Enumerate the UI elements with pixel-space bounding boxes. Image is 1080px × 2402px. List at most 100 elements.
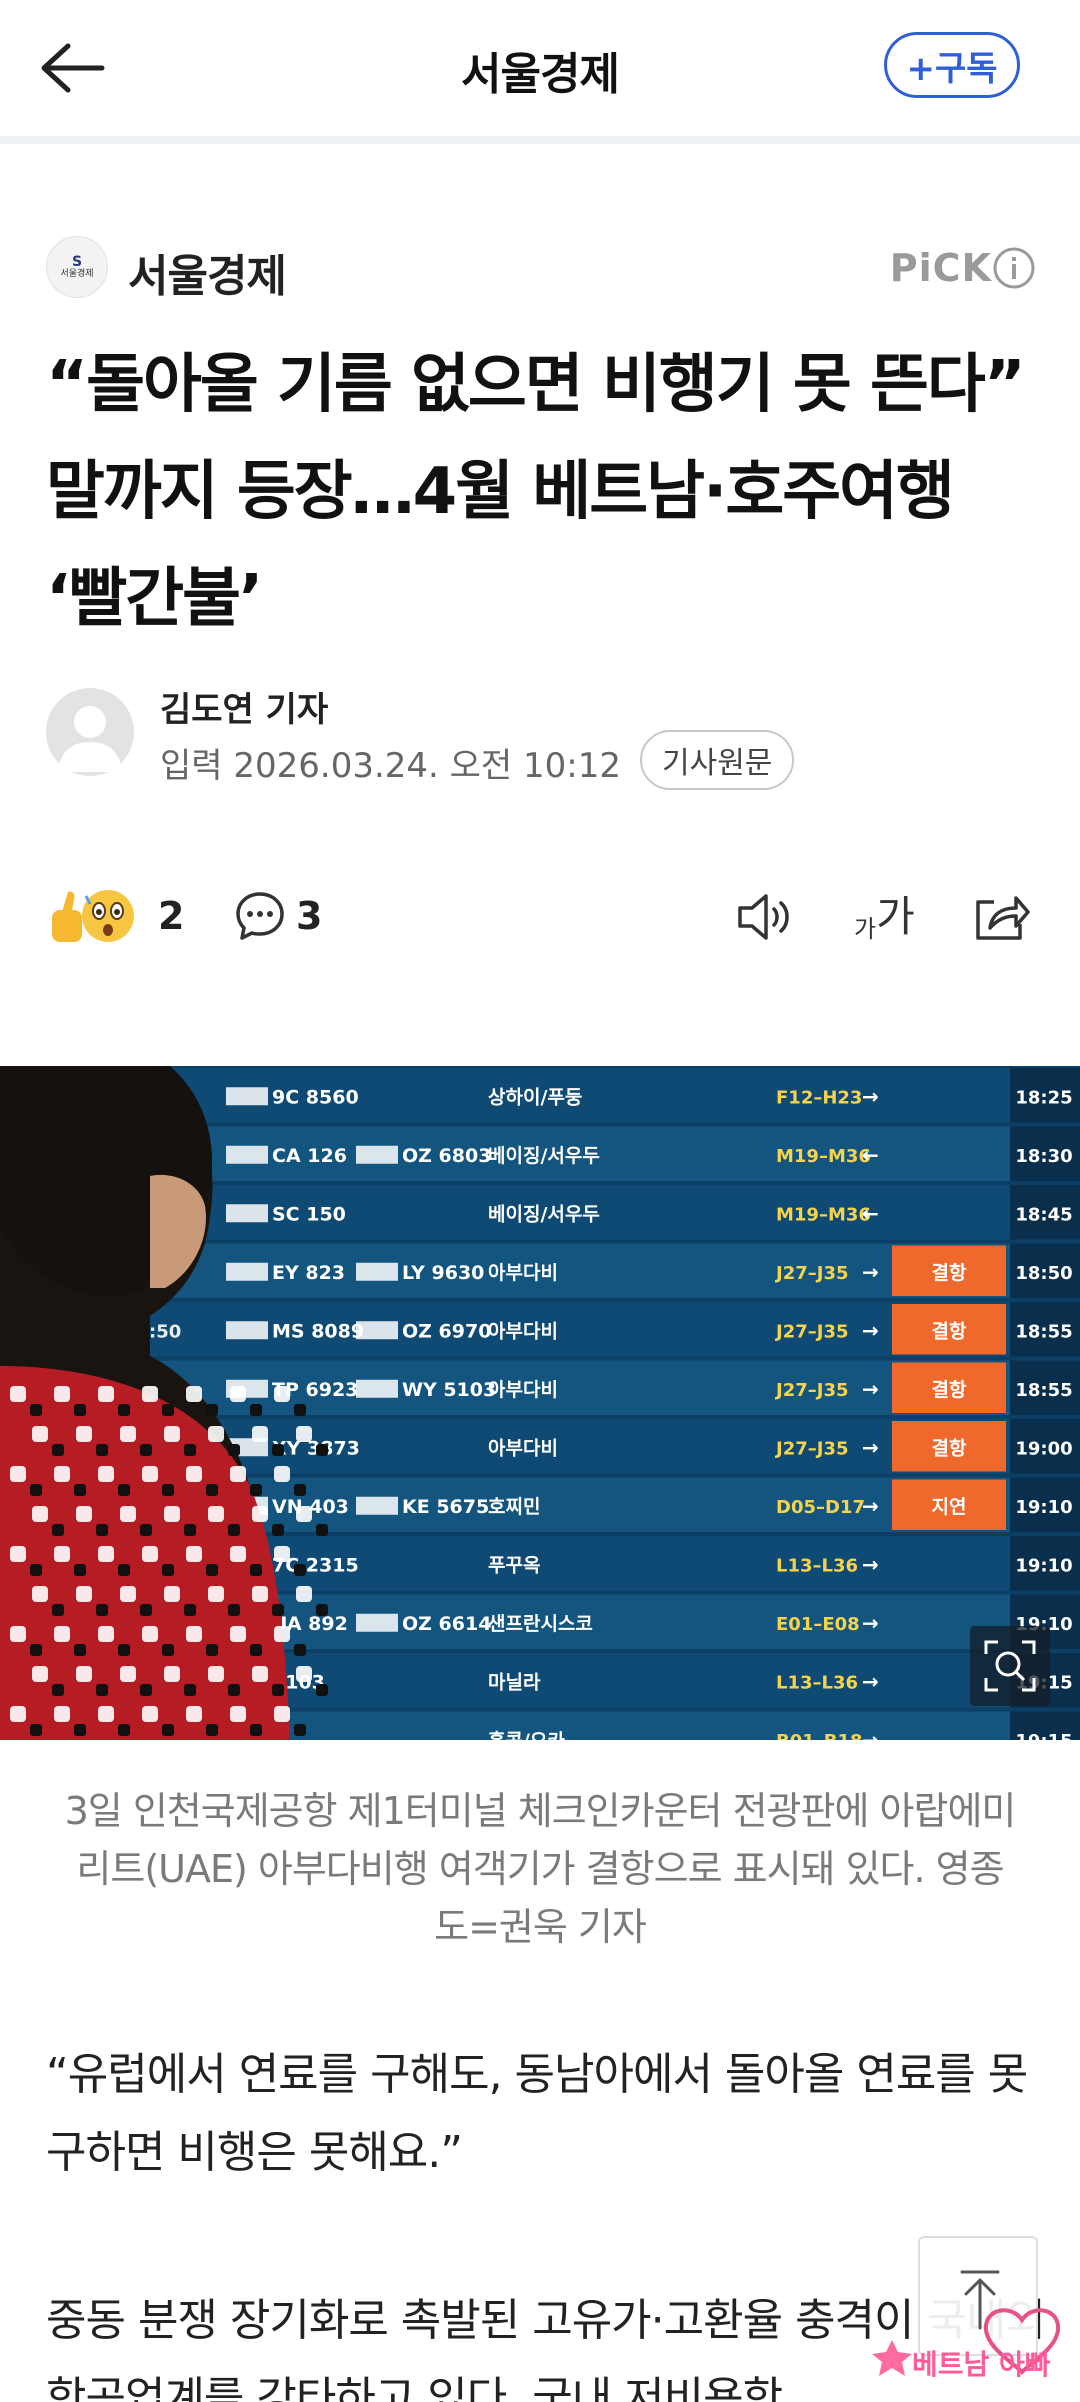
shirt-pattern [296, 1666, 312, 1682]
shirt-pattern [206, 1564, 218, 1576]
shirt-pattern [228, 1524, 240, 1536]
shirt-pattern [74, 1724, 86, 1736]
shirt-pattern [272, 1524, 284, 1536]
board-counter: F12–H23 [776, 1087, 862, 1108]
shirt-pattern [96, 1684, 108, 1696]
board-arrow: → [862, 1318, 879, 1342]
shirt-pattern [294, 1564, 306, 1576]
board-counter: J27–J35 [774, 1380, 849, 1401]
shirt-pattern [30, 1564, 42, 1576]
press-logo[interactable]: S 서울경제 [46, 236, 108, 298]
shirt-pattern [32, 1426, 48, 1442]
board-arrow: → [862, 1494, 879, 1518]
shirt-pattern [54, 1706, 70, 1722]
shirt-pattern [206, 1484, 218, 1496]
shirt-pattern [252, 1426, 268, 1442]
shirt-pattern [76, 1506, 92, 1522]
shirt-pattern [208, 1506, 224, 1522]
shirt-pattern [162, 1644, 174, 1656]
share-icon[interactable] [972, 888, 1030, 944]
board-arrow: → [862, 1669, 879, 1693]
board-status: 결항 [932, 1320, 967, 1342]
reaction-emoji-icon[interactable] [46, 886, 146, 946]
board-arrow: → [862, 1552, 879, 1576]
shirt-pattern [120, 1666, 136, 1682]
shirt-pattern [164, 1506, 180, 1522]
shirt-pattern [228, 1444, 240, 1456]
shirt-pattern [142, 1706, 158, 1722]
shirt-pattern [186, 1386, 202, 1402]
board-departure: 18:45 [1015, 1204, 1072, 1225]
flight-board-image: 9C 8560 상하이/푸둥 F12–H23 → 18:25CA 126 OZ 6803베… [0, 1066, 1080, 1740]
board-codeshare: WY 5103 [402, 1379, 496, 1401]
reaction-count: 2 [158, 894, 185, 938]
board-counter: J27–J35 [774, 1438, 849, 1459]
shirt-pattern [98, 1546, 114, 1562]
speaker-icon[interactable] [734, 890, 794, 944]
comment-icon[interactable] [234, 890, 286, 942]
board-destination: 푸꾸옥 [488, 1554, 540, 1576]
subscribe-button[interactable]: +구독 [884, 32, 1020, 98]
board-status: 결항 [932, 1437, 967, 1459]
shirt-pattern [296, 1426, 312, 1442]
watermark-logo: 베트남 아빠 [872, 2308, 1061, 2381]
shirt-pattern [54, 1386, 70, 1402]
shirt-pattern [274, 1466, 290, 1482]
shirt-pattern [206, 1724, 218, 1736]
reporter-avatar[interactable] [46, 688, 134, 776]
original-article-button[interactable]: 기사원문 [640, 730, 795, 790]
shirt-pattern [98, 1466, 114, 1482]
shirt-pattern [208, 1666, 224, 1682]
press-name[interactable]: 서울경제 [128, 240, 287, 304]
shirt-pattern [230, 1386, 246, 1402]
board-departure: 19:15 [1015, 1731, 1072, 1740]
shirt-pattern [54, 1546, 70, 1562]
shirt-pattern [184, 1604, 196, 1616]
board-counter: M19–M36 [776, 1204, 871, 1225]
shirt-pattern [140, 1604, 152, 1616]
shirt-pattern [294, 1404, 306, 1416]
info-icon[interactable] [992, 246, 1036, 290]
shirt-pattern [162, 1404, 174, 1416]
top-app-bar: 서울경제 +구독 [0, 0, 1080, 136]
shirt-pattern [10, 1386, 26, 1402]
publish-date: 입력 2026.03.24. 오전 10:12 [160, 746, 622, 786]
shirt-pattern [186, 1466, 202, 1482]
shirt-pattern [294, 1644, 306, 1656]
shirt-pattern [98, 1706, 114, 1722]
shirt-pattern [10, 1626, 26, 1642]
shirt-pattern [206, 1644, 218, 1656]
board-flight: CA 126 [272, 1145, 347, 1167]
shirt-pattern [142, 1466, 158, 1482]
board-flight: 9C 8560 [272, 1086, 359, 1108]
shirt-pattern [74, 1564, 86, 1576]
shirt-pattern [186, 1706, 202, 1722]
shirt-pattern [184, 1684, 196, 1696]
shirt-pattern [118, 1644, 130, 1656]
shirt-pattern [228, 1684, 240, 1696]
shirt-pattern [140, 1524, 152, 1536]
shirt-pattern [54, 1626, 70, 1642]
shirt-pattern [252, 1586, 268, 1602]
board-counter: E01–E08 [776, 1614, 860, 1635]
zoom-button[interactable] [970, 1626, 1050, 1706]
reporter-name[interactable]: 김도연 기자 [160, 682, 328, 731]
board-destination: 아부다비 [488, 1262, 558, 1284]
board-arrow: ← [862, 1143, 879, 1167]
shirt-pattern [98, 1386, 114, 1402]
article-photo[interactable]: 9C 8560 상하이/푸둥 F12–H23 → 18:25 CA 126 OZ 6803 베… [0, 1066, 1080, 1740]
shirt-pattern [142, 1386, 158, 1402]
shirt-pattern [272, 1444, 284, 1456]
board-destination: 아부다비 [488, 1437, 558, 1459]
board-departure: 19:10 [1015, 1555, 1072, 1576]
person-icon [58, 706, 122, 772]
shirt-pattern [118, 1484, 130, 1496]
shirt-pattern [186, 1546, 202, 1562]
board-codeshare: OZ 6614 [402, 1613, 491, 1635]
shirt-pattern [30, 1484, 42, 1496]
board-counter: J27–J35 [774, 1321, 849, 1342]
shirt-pattern [230, 1706, 246, 1722]
board-codeshare: OZ 6970 [402, 1320, 491, 1342]
shirt-pattern [120, 1426, 136, 1442]
font-size-button[interactable]: 가 가 [854, 890, 915, 944]
